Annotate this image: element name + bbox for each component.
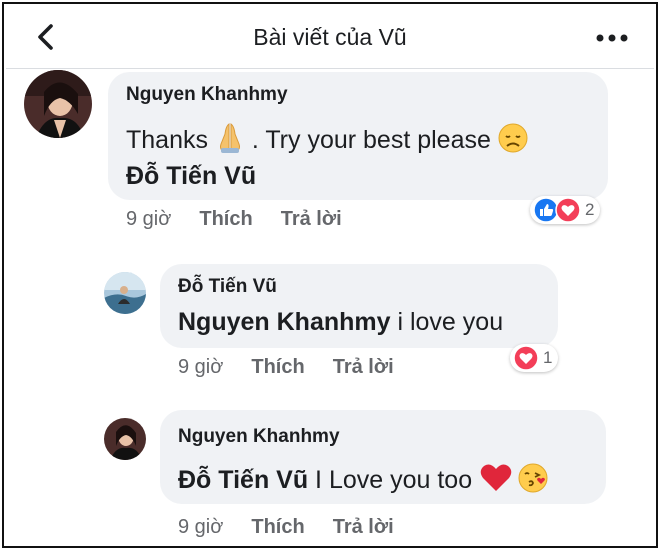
comment-text-part: i love you xyxy=(390,308,504,336)
comment-actions: 9 giờ Thích Trả lời xyxy=(178,356,394,379)
red-heart-emoji-icon xyxy=(479,463,513,500)
folded-hands-emoji-icon xyxy=(215,122,245,161)
top-bar: Bài viết của Vũ xyxy=(6,6,654,69)
love-reaction-icon xyxy=(555,197,581,223)
profile-photo-icon xyxy=(104,418,146,460)
comment-time: 9 giờ xyxy=(178,356,224,378)
reaction-count: 2 xyxy=(585,200,595,219)
more-horizontal-icon xyxy=(596,34,628,42)
profile-photo-icon xyxy=(24,70,92,138)
like-button[interactable]: Thích xyxy=(199,208,252,230)
reply-button[interactable]: Trả lời xyxy=(281,208,342,230)
comment-bubble[interactable]: Nguyen Khanhmy Thanks . Try your best pl… xyxy=(108,72,608,200)
mention-link[interactable]: Nguyen Khanhmy xyxy=(178,308,391,336)
comment-text-part: Thanks xyxy=(126,126,215,155)
more-button[interactable] xyxy=(592,26,632,50)
reply-button[interactable]: Trả lời xyxy=(333,356,394,378)
comment-text-part: . Try your best please xyxy=(244,126,498,155)
reply-bubble[interactable]: Nguyen Khanhmy Đỗ Tiến Vũ I Love you too xyxy=(160,410,606,504)
comment-author[interactable]: Nguyen Khanhmy xyxy=(178,426,340,448)
avatar-nguyen-khanhmy[interactable] xyxy=(104,418,146,460)
comment-text: Đỗ Tiến Vũ I Love you too xyxy=(178,462,549,501)
comment-text: Nguyen Khanhmy i love you xyxy=(178,308,503,337)
comment-actions: 9 giờ Thích Trả lời xyxy=(126,208,342,231)
like-button[interactable]: Thích xyxy=(251,516,304,538)
avatar-nguyen-khanhmy[interactable] xyxy=(24,70,92,138)
comment-text: Thanks . Try your best please xyxy=(126,122,528,161)
reaction-summary[interactable]: 1 xyxy=(510,344,559,372)
comment-actions: 9 giờ Thích Trả lời xyxy=(178,516,394,539)
face-blowing-kiss-emoji-icon xyxy=(517,462,549,501)
profile-photo-icon xyxy=(104,272,146,314)
reply-button[interactable]: Trả lời xyxy=(333,516,394,538)
page-title: Bài viết của Vũ xyxy=(253,24,407,50)
avatar-do-tien-vu[interactable] xyxy=(104,272,146,314)
mention-link[interactable]: Đỗ Tiến Vũ xyxy=(126,162,256,191)
reaction-summary[interactable]: 2 xyxy=(530,196,601,224)
mention-link[interactable]: Đỗ Tiến Vũ xyxy=(178,466,308,494)
comment-author[interactable]: Đỗ Tiến Vũ xyxy=(178,276,277,298)
reaction-count: 1 xyxy=(543,348,553,367)
comment-author[interactable]: Nguyen Khanhmy xyxy=(126,84,288,106)
disappointed-face-emoji-icon xyxy=(498,123,528,160)
like-button[interactable]: Thích xyxy=(251,356,304,378)
comment-time: 9 giờ xyxy=(178,516,224,538)
reply-bubble[interactable]: Đỗ Tiến Vũ Nguyen Khanhmy i love you xyxy=(160,264,558,348)
love-reaction-icon xyxy=(513,345,539,371)
comment-time: 9 giờ xyxy=(126,208,172,230)
comment-text-part: I Love you too xyxy=(308,466,480,495)
